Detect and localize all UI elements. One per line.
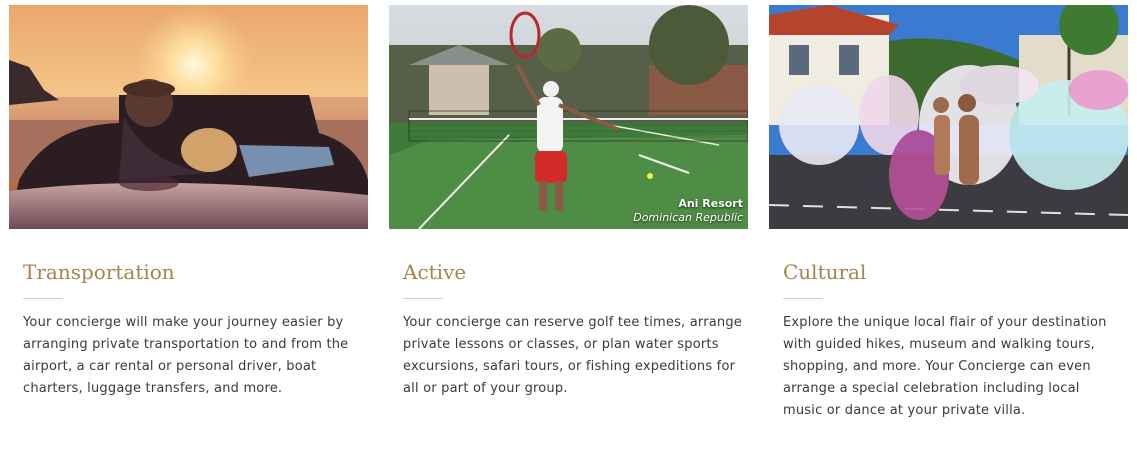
transportation-card: Transportation Your concierge will make … bbox=[9, 5, 368, 400]
title-divider bbox=[403, 298, 443, 299]
transportation-photo bbox=[9, 5, 368, 229]
cultural-photo bbox=[769, 5, 1128, 229]
cultural-card: Cultural Explore the unique local flair … bbox=[769, 5, 1128, 422]
card-description: Your concierge will make your journey ea… bbox=[23, 315, 349, 396]
caption-resort-name: Ani Resort bbox=[678, 197, 743, 210]
card-description: Your concierge can reserve golf tee time… bbox=[403, 315, 743, 396]
title-divider bbox=[23, 298, 63, 299]
photo-caption: Ani Resort Dominican Republic bbox=[633, 197, 743, 225]
title-divider bbox=[783, 298, 823, 299]
card-title: Cultural bbox=[783, 260, 867, 284]
card-title: Active bbox=[403, 260, 467, 284]
card-title: Transportation bbox=[23, 260, 175, 284]
card-description: Explore the unique local flair of your d… bbox=[783, 315, 1107, 418]
caption-location: Dominican Republic bbox=[633, 211, 743, 224]
active-card: Ani Resort Dominican Republic Active You… bbox=[389, 5, 748, 400]
active-photo: Ani Resort Dominican Republic bbox=[389, 5, 748, 229]
concierge-services-section: Transportation Your concierge will make … bbox=[0, 0, 1137, 460]
